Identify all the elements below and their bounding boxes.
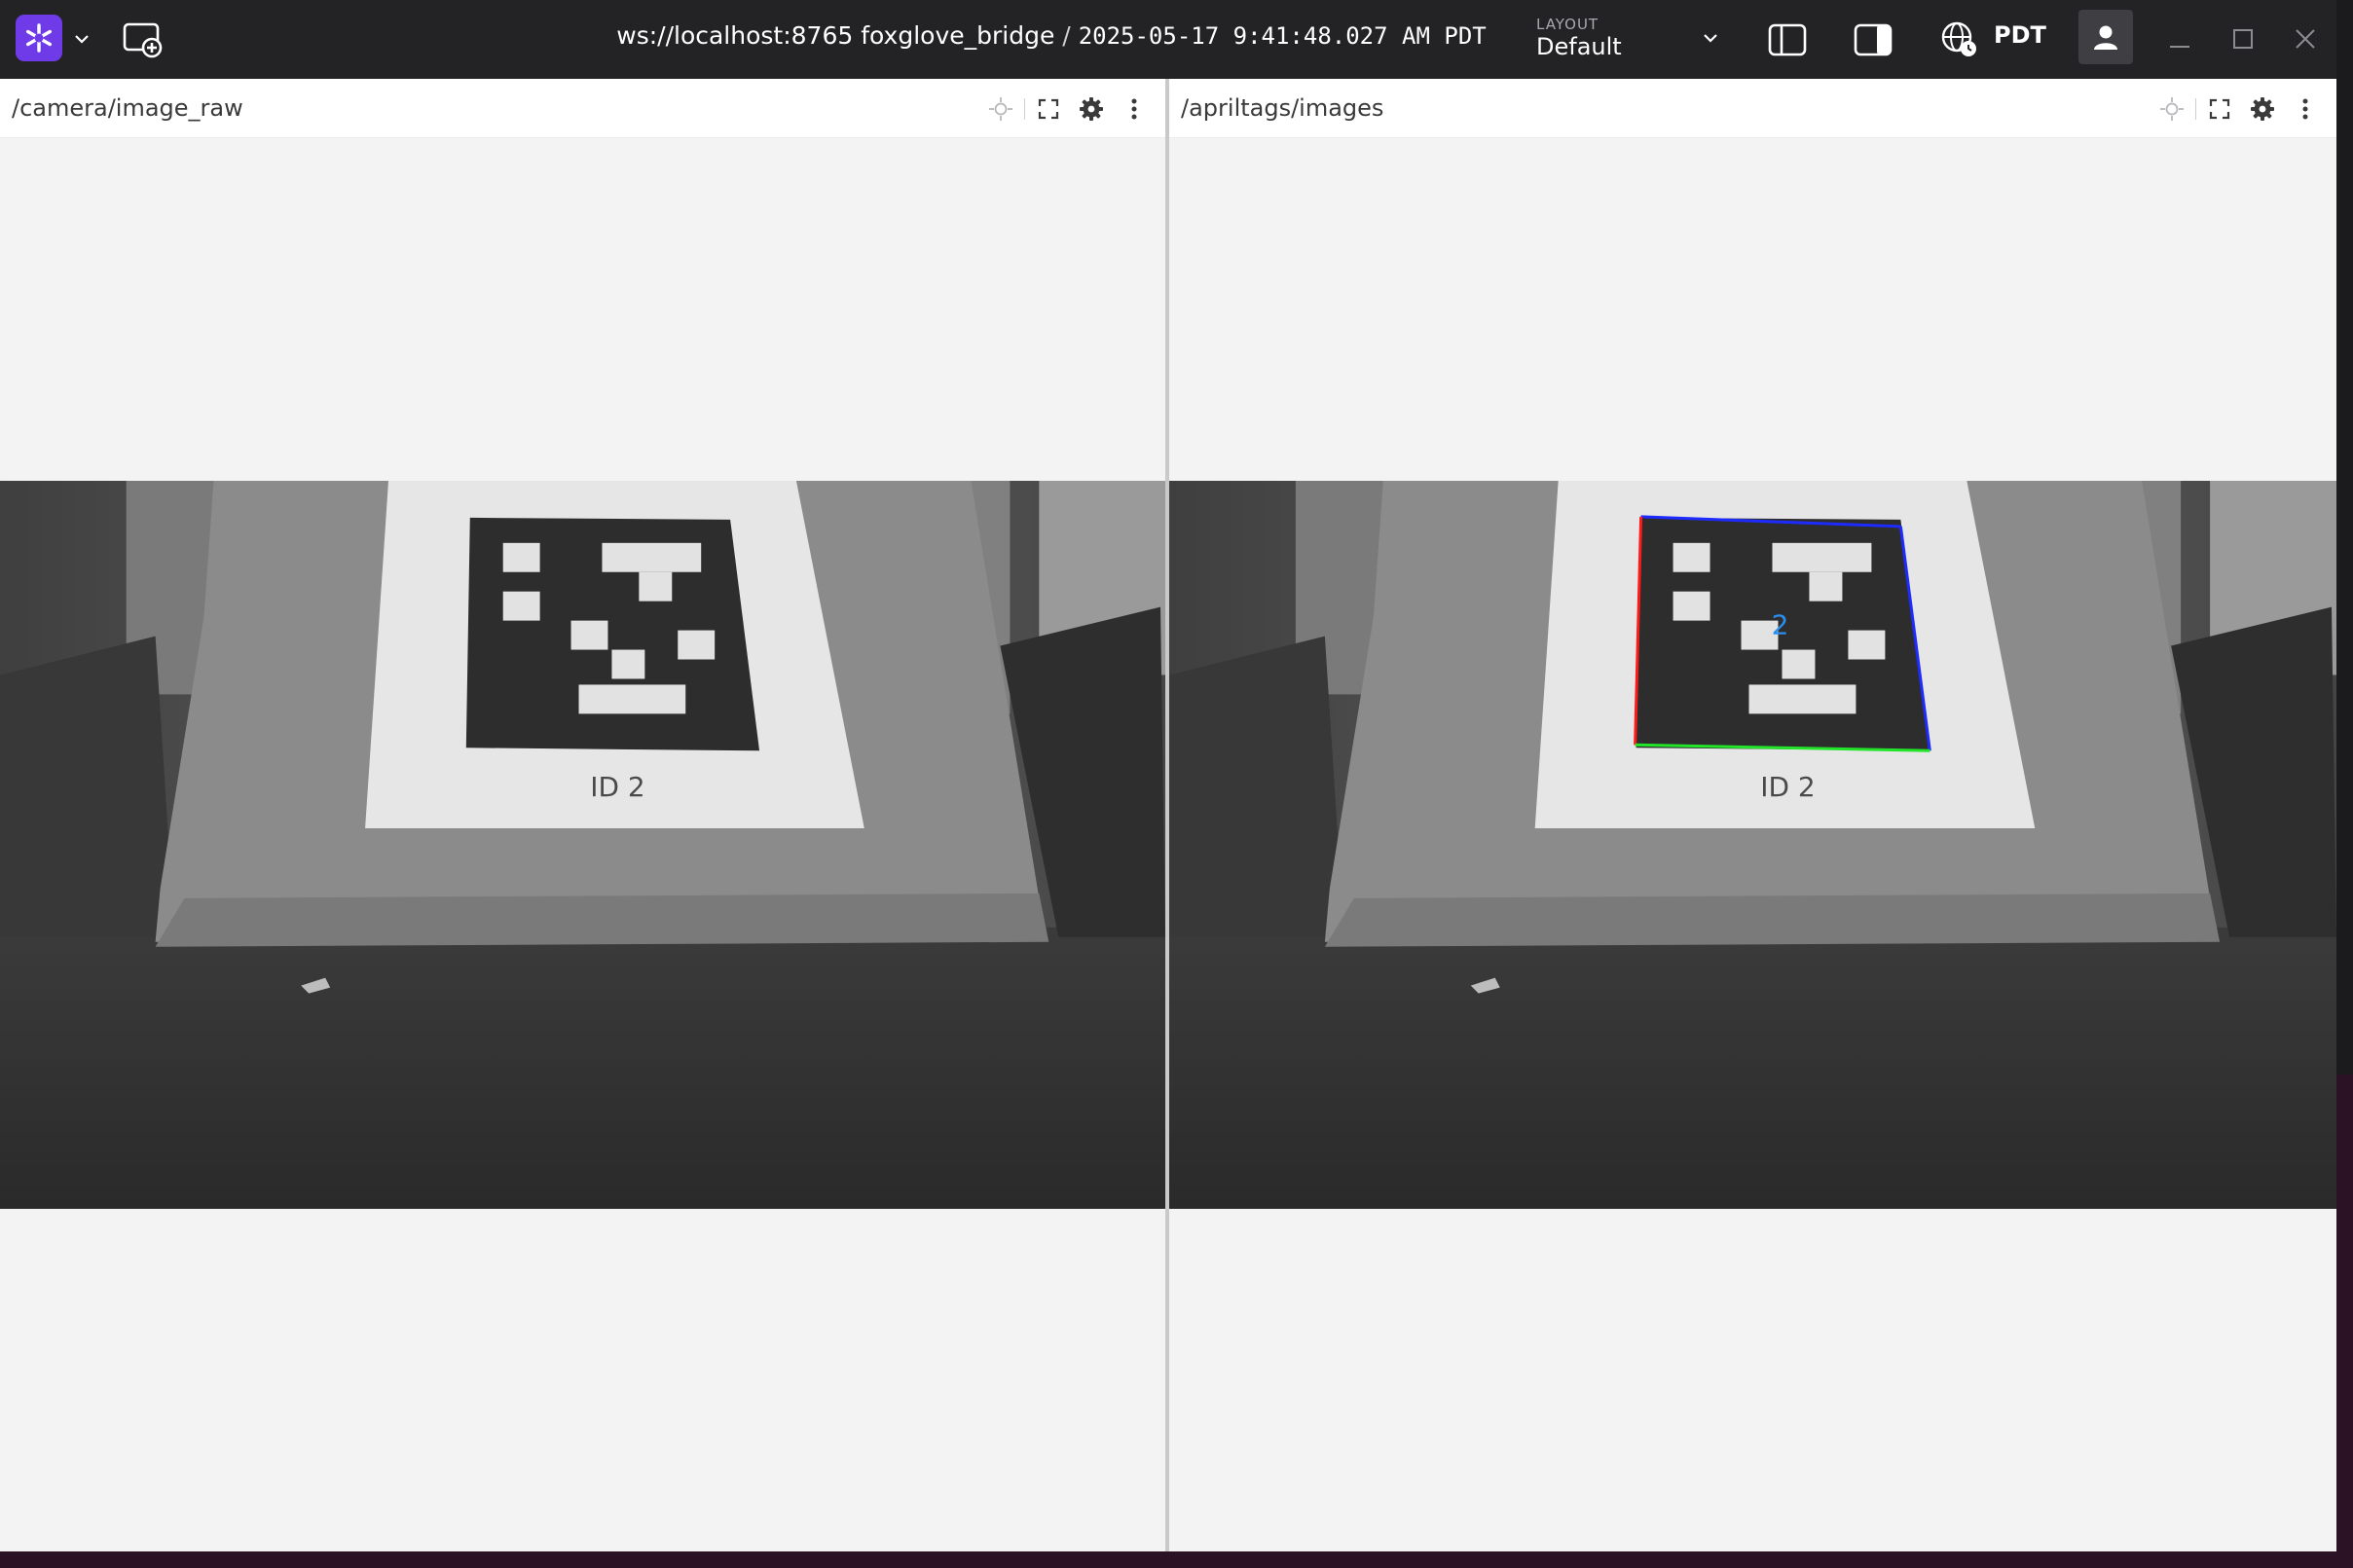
move-panel-icon[interactable] bbox=[979, 93, 1022, 125]
timezone-label[interactable]: PDT bbox=[1994, 21, 2046, 49]
panel-toolbar-actions bbox=[2151, 93, 2327, 125]
toolbar-separator bbox=[1024, 98, 1025, 120]
connection-url: ws://localhost:8765 foxglove_bridge bbox=[616, 21, 1055, 50]
user-icon[interactable] bbox=[2078, 10, 2133, 64]
foxglove-window: ws://localhost:8765 foxglove_bridge / 20… bbox=[0, 0, 2336, 1551]
title-bar: ws://localhost:8765 foxglove_bridge / 20… bbox=[0, 0, 2336, 79]
left-sidebar-toggle-icon[interactable] bbox=[1765, 18, 1810, 62]
minimize-icon[interactable] bbox=[2158, 18, 2201, 60]
panel-toolbar: /camera/image_raw bbox=[0, 79, 1165, 138]
apriltag-detection-image[interactable]: ID 2 2 bbox=[1169, 481, 2336, 1209]
toolbar-separator bbox=[2195, 98, 2196, 120]
tag-label-text: ID 2 bbox=[1760, 771, 1815, 803]
layout-caption: LAYOUT bbox=[1536, 16, 1599, 33]
image-panel-apriltags[interactable]: /apriltags/images ID 2 2 bbox=[1169, 79, 2336, 1551]
right-sidebar-toggle-icon[interactable] bbox=[1851, 18, 1895, 62]
globe-clock-icon[interactable] bbox=[1937, 18, 1982, 62]
connection-separator: / bbox=[1062, 21, 1071, 50]
panel-toolbar: /apriltags/images bbox=[1169, 79, 2336, 138]
foxglove-logo-icon[interactable] bbox=[16, 15, 62, 61]
close-icon[interactable] bbox=[2284, 18, 2327, 60]
more-vertical-icon[interactable] bbox=[1113, 93, 1156, 125]
chevron-down-icon[interactable] bbox=[68, 25, 95, 53]
playback-timestamp: 2025-05-17 9:41:48.027 AM PDT bbox=[1078, 22, 1487, 50]
image-panel-camera-raw[interactable]: /camera/image_raw ID 2 bbox=[0, 79, 1165, 1551]
camera-image[interactable]: ID 2 bbox=[0, 481, 1165, 1209]
tag-label-text: ID 2 bbox=[590, 771, 644, 803]
chevron-down-icon[interactable] bbox=[1700, 27, 1721, 49]
panel-topic-title[interactable]: /camera/image_raw bbox=[12, 94, 243, 122]
panel-topic-title[interactable]: /apriltags/images bbox=[1181, 94, 1383, 122]
layout-picker[interactable]: LAYOUT Default bbox=[1536, 12, 1721, 66]
new-window-icon[interactable] bbox=[121, 19, 165, 60]
detection-id-label: 2 bbox=[1772, 609, 1789, 641]
connection-status[interactable]: ws://localhost:8765 foxglove_bridge / 20… bbox=[584, 21, 1519, 50]
fullscreen-icon[interactable] bbox=[2198, 93, 2241, 125]
fullscreen-icon[interactable] bbox=[1027, 93, 1070, 125]
maximize-icon[interactable] bbox=[2222, 18, 2264, 60]
layout-name: Default bbox=[1536, 33, 1622, 60]
more-vertical-icon[interactable] bbox=[2284, 93, 2327, 125]
background-window-strip bbox=[2336, 0, 2353, 1075]
desktop-strip bbox=[0, 1551, 2353, 1568]
move-panel-icon[interactable] bbox=[2151, 93, 2193, 125]
panel-toolbar-actions bbox=[979, 93, 1156, 125]
gear-icon[interactable] bbox=[1070, 93, 1113, 125]
gear-icon[interactable] bbox=[2241, 93, 2284, 125]
